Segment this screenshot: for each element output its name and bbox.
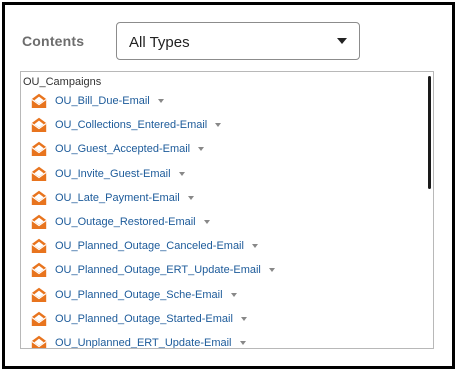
email-campaign-icon [31,117,47,133]
tree-item-label[interactable]: OU_Planned_Outage_Started-Email [55,313,233,325]
tree-item-label[interactable]: OU_Planned_Outage_Canceled-Email [55,240,244,252]
email-campaign-icon [31,335,47,348]
item-menu-caret-icon[interactable] [178,172,185,176]
tree-item-label[interactable]: OU_Collections_Entered-Email [55,119,207,131]
tree-item[interactable]: OU_Planned_Outage_Sche-Email [31,285,237,305]
item-menu-caret-icon[interactable] [230,293,237,297]
tree-item[interactable]: OU_Planned_Outage_Started-Email [31,309,247,329]
tree-item[interactable]: OU_Outage_Restored-Email [31,212,210,232]
email-campaign-icon [31,238,47,254]
tree-item-label[interactable]: OU_Guest_Accepted-Email [55,143,190,155]
tree-item[interactable]: OU_Late_Payment-Email [31,188,194,208]
tree-item-label[interactable]: OU_Planned_Outage_Sche-Email [55,289,223,301]
content-type-value: All Types [129,34,190,51]
tree-items: OU_Bill_Due-Email OU_Collections_Entered-… [21,72,433,348]
email-campaign-icon [31,262,47,278]
content-type-select[interactable]: All Types [116,22,360,60]
item-menu-caret-icon[interactable] [203,220,210,224]
tree-item[interactable]: OU_Planned_Outage_ERT_Update-Email [31,260,275,280]
item-menu-caret-icon[interactable] [215,123,222,127]
email-campaign-icon [31,190,47,206]
content-tree: OU_Campaigns OU_Bill_Due-Email OU_Collect… [20,71,434,349]
email-campaign-icon [31,166,47,182]
tree-item-label[interactable]: OU_Late_Payment-Email [55,192,180,204]
chevron-down-icon [337,38,347,44]
item-menu-caret-icon[interactable] [157,99,164,103]
contents-label: Contents [22,33,85,49]
tree-item[interactable]: OU_Collections_Entered-Email [31,115,222,135]
tree-item-label[interactable]: OU_Outage_Restored-Email [55,216,196,228]
tree-item-label[interactable]: OU_Bill_Due-Email [55,95,150,107]
email-campaign-icon [31,311,47,327]
tree-item[interactable]: OU_Unplanned_ERT_Update-Email [31,333,246,348]
item-menu-caret-icon[interactable] [240,317,247,321]
tree-item[interactable]: OU_Bill_Due-Email [31,91,164,111]
tree-item[interactable]: OU_Invite_Guest-Email [31,164,185,184]
item-menu-caret-icon[interactable] [268,268,275,272]
item-menu-caret-icon[interactable] [198,147,205,151]
tree-item[interactable]: OU_Guest_Accepted-Email [31,139,205,159]
tree-item[interactable]: OU_Planned_Outage_Canceled-Email [31,236,258,256]
email-campaign-icon [31,93,47,109]
item-menu-caret-icon[interactable] [251,244,258,248]
tree-item-label[interactable]: OU_Planned_Outage_ERT_Update-Email [55,264,261,276]
item-menu-caret-icon[interactable] [187,196,194,200]
email-campaign-icon [31,287,47,303]
email-campaign-icon [31,141,47,157]
panel-frame: Contents All Types OU_Campaigns OU_Bill_… [2,2,455,369]
tree-item-label[interactable]: OU_Invite_Guest-Email [55,168,171,180]
email-campaign-icon [31,214,47,230]
item-menu-caret-icon[interactable] [239,341,246,345]
tree-item-label[interactable]: OU_Unplanned_ERT_Update-Email [55,337,232,348]
